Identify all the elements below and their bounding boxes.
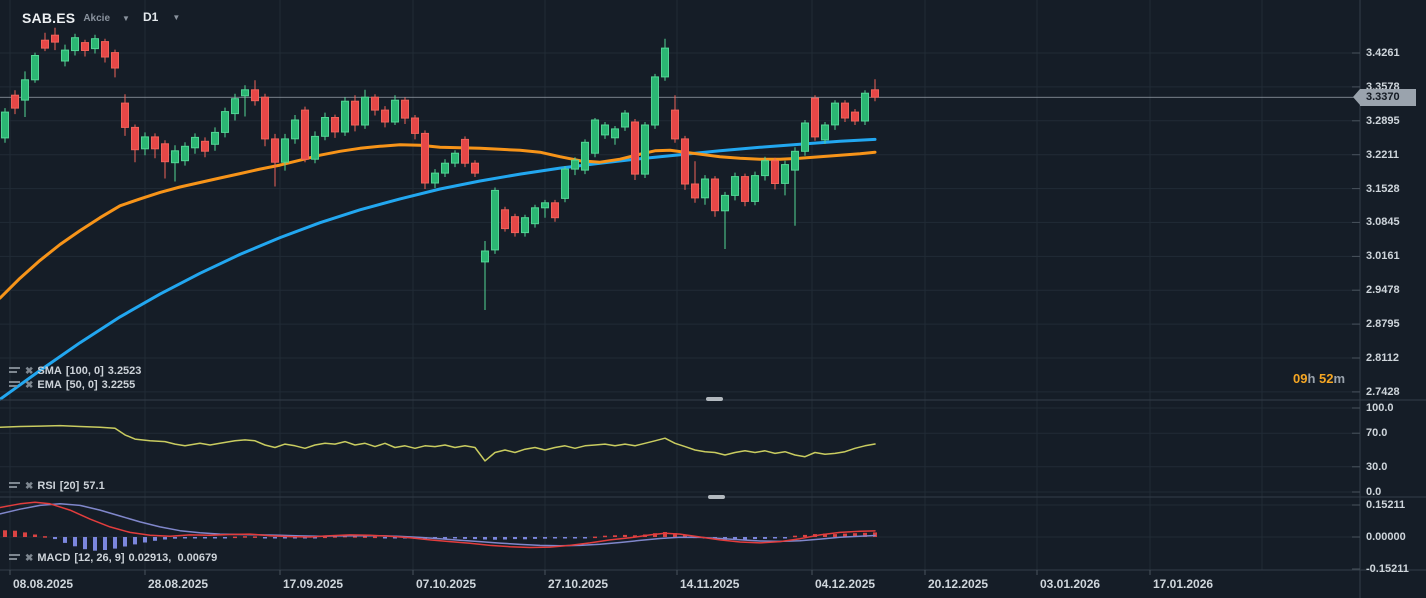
indicator-legend-rsi: ✖ RSI [20] 57.1 — [8, 479, 105, 493]
price-axis-tick: 3.0161 — [1366, 249, 1400, 263]
indicator-value: 3.2523 — [108, 365, 142, 377]
symbol-name: SAB.ES — [22, 10, 75, 26]
time-axis-tick: 17.01.2026 — [1153, 577, 1213, 591]
indicator-name: RSI — [37, 480, 55, 492]
indicator-remove-icon[interactable]: ✖ — [25, 380, 33, 391]
macd-axis-tick: 0.15211 — [1366, 498, 1405, 512]
indicator-params: [100, 0] — [66, 365, 104, 377]
indicator-legend-sma: ✖ SMA [100, 0] 3.2523 — [8, 364, 141, 378]
indicator-name: EMA — [37, 379, 61, 391]
rsi-axis-tick: 100.0 — [1366, 401, 1394, 415]
price-axis-tick: 3.4261 — [1366, 46, 1400, 60]
time-axis-tick: 17.09.2025 — [283, 577, 343, 591]
price-axis-tick: 3.0845 — [1366, 215, 1400, 229]
price-axis-tick: 2.9478 — [1366, 283, 1400, 297]
price-axis-tick: 3.2211 — [1366, 148, 1399, 162]
price-axis-tick: 2.8112 — [1366, 351, 1399, 365]
time-axis-tick: 28.08.2025 — [148, 577, 208, 591]
chart-canvas[interactable] — [0, 0, 1426, 598]
time-axis-tick: 20.12.2025 — [928, 577, 988, 591]
chevron-down-icon: ▼ — [172, 13, 180, 22]
rsi-axis-tick: 70.0 — [1366, 426, 1387, 440]
indicator-remove-icon[interactable]: ✖ — [25, 366, 33, 377]
indicator-settings-icon[interactable] — [8, 553, 21, 564]
time-axis-tick: 27.10.2025 — [548, 577, 608, 591]
indicator-settings-icon[interactable] — [8, 366, 21, 377]
indicator-remove-icon[interactable]: ✖ — [25, 553, 33, 564]
timeframe-label: D1 — [143, 10, 158, 24]
time-axis-tick: 07.10.2025 — [416, 577, 476, 591]
candle-countdown-timer: 09h 52m — [1293, 371, 1345, 386]
time-axis-tick: 14.11.2025 — [680, 577, 739, 591]
instrument-type-label: Akcie — [83, 13, 110, 24]
chevron-down-icon: ▼ — [122, 14, 130, 23]
indicator-params: [12, 26, 9] — [74, 552, 124, 564]
price-axis-tick: 2.7428 — [1366, 385, 1400, 399]
panel-resize-handle[interactable] — [708, 495, 725, 499]
indicator-name: SMA — [37, 365, 61, 377]
time-axis-tick: 04.12.2025 — [815, 577, 875, 591]
rsi-axis-tick: 30.0 — [1366, 460, 1387, 474]
symbol-selector[interactable]: SAB.ES Akcie ▼ — [22, 10, 130, 26]
indicator-settings-icon[interactable] — [8, 481, 21, 492]
timeframe-selector[interactable]: D1 ▼ — [143, 10, 180, 24]
price-axis[interactable]: 3.42613.35783.28953.22113.15283.08453.01… — [1360, 0, 1426, 570]
indicator-remove-icon[interactable]: ✖ — [25, 481, 33, 492]
indicator-value: 3.2255 — [102, 379, 136, 391]
price-axis-tick: 2.8795 — [1366, 317, 1400, 331]
macd-axis-tick: 0.00000 — [1366, 530, 1406, 544]
indicator-value: 0.02913, 0.00679 — [129, 552, 218, 564]
time-axis-tick: 08.08.2025 — [13, 577, 73, 591]
price-axis-tick: 3.1528 — [1366, 182, 1400, 196]
indicator-params: [50, 0] — [66, 379, 98, 391]
trading-chart-window: SAB.ES Akcie ▼ D1 ▼ ✖ SMA [100, 0] 3.252… — [0, 0, 1426, 598]
panel-resize-handle[interactable] — [706, 397, 723, 401]
indicator-value: 57.1 — [83, 480, 104, 492]
indicator-params: [20] — [60, 480, 80, 492]
time-axis-tick: 03.01.2026 — [1040, 577, 1100, 591]
indicator-name: MACD — [37, 552, 70, 564]
indicator-legend-macd: ✖ MACD [12, 26, 9] 0.02913, 0.00679 — [8, 551, 217, 565]
indicator-legend-ema: ✖ EMA [50, 0] 3.2255 — [8, 378, 135, 392]
current-price-tag: 3.3370 — [1360, 89, 1416, 106]
price-axis-tick: 3.2895 — [1366, 114, 1400, 128]
rsi-axis-tick: 0.0 — [1366, 485, 1381, 499]
time-axis[interactable]: 08.08.2025 28.08.2025 17.09.2025 07.10.2025… — [0, 570, 1426, 598]
indicator-settings-icon[interactable] — [8, 380, 21, 391]
